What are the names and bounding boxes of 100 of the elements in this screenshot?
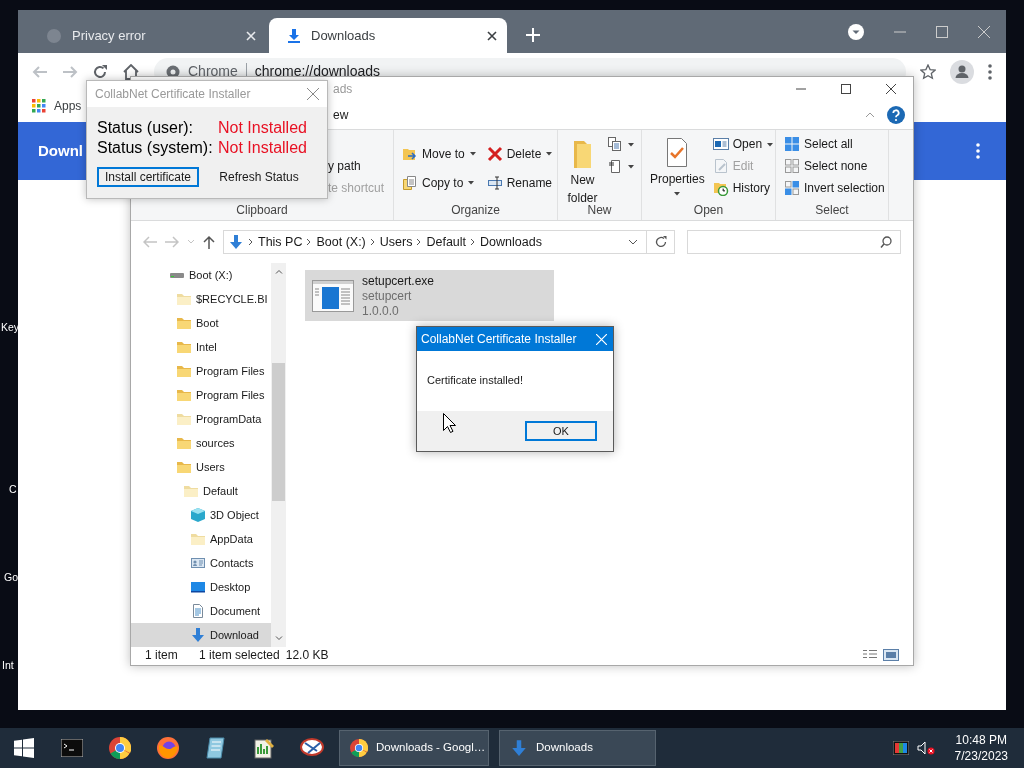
- ribbon-button[interactable]: Select none: [784, 155, 885, 177]
- ribbon-button[interactable]: y path: [328, 155, 385, 177]
- tree-item[interactable]: Program Files: [131, 359, 271, 383]
- help-icon[interactable]: [887, 106, 905, 124]
- tab-search-icon[interactable]: [848, 23, 864, 40]
- tree-item[interactable]: $RECYCLE.BI: [131, 287, 271, 311]
- ribbon-group-label: Open: [692, 202, 725, 219]
- breadcrumb[interactable]: Default: [426, 232, 467, 252]
- refresh-button[interactable]: [647, 230, 675, 254]
- speaker-muted-icon[interactable]: [916, 741, 935, 755]
- ribbon-button[interactable]: Properties: [650, 133, 705, 200]
- desktop-icon: [190, 579, 206, 595]
- ribbon-button[interactable]: Invert selection: [784, 177, 885, 199]
- breadcrumb[interactable]: Users: [379, 232, 413, 252]
- caret-icon: [673, 190, 682, 197]
- ribbon-button[interactable]: History: [712, 177, 775, 199]
- folder-icon: [190, 531, 206, 547]
- bookmark-link[interactable]: Apps: [32, 97, 82, 115]
- ribbon-tab[interactable]: ew: [333, 106, 349, 124]
- desktop-icon-label[interactable]: Int: [2, 660, 14, 671]
- desktop-icon-label[interactable]: C: [9, 484, 17, 495]
- chevron-icon: [369, 238, 376, 246]
- caret-icon: [545, 150, 554, 157]
- more-options-icon[interactable]: [976, 143, 980, 159]
- profile-avatar-icon[interactable]: [950, 59, 974, 84]
- ribbon-button[interactable]: Rename: [486, 168, 554, 197]
- dialog-title: CollabNet Certificate Installer: [421, 331, 577, 348]
- new-item-icon: [607, 136, 623, 152]
- folder-icon: [176, 315, 192, 331]
- page-title: Downl: [38, 140, 83, 161]
- taskbar-button[interactable]: Downloads - Googl…: [339, 730, 489, 766]
- folder-icon: [176, 387, 192, 403]
- fox-globe-icon[interactable]: [157, 737, 179, 759]
- tree-item[interactable]: Default: [131, 479, 271, 503]
- terminal-icon[interactable]: [61, 739, 83, 757]
- ribbon-button[interactable]: Open: [712, 133, 775, 155]
- ribbon-group-label: Clipboard: [235, 202, 289, 219]
- download-arrow-icon: [190, 627, 206, 643]
- cube-icon: [190, 507, 206, 523]
- tree-item[interactable]: 3D Object: [131, 503, 271, 527]
- tree-item[interactable]: Boot: [131, 311, 271, 335]
- dropdown-icon[interactable]: [628, 239, 638, 245]
- menu-icon[interactable]: [988, 63, 992, 80]
- tree-item[interactable]: Intel: [131, 335, 271, 359]
- dialog-button[interactable]: Refresh Status: [208, 167, 310, 187]
- close-icon[interactable]: [487, 30, 497, 41]
- taskbar-button[interactable]: Downloads: [499, 730, 656, 766]
- tree-item[interactable]: AppData: [131, 527, 271, 551]
- breadcrumb[interactable]: This PC: [258, 232, 303, 252]
- folder-icon: [183, 483, 199, 499]
- tree-item[interactable]: Document: [131, 599, 271, 623]
- ribbon-button[interactable]: New folder: [566, 133, 599, 200]
- ribbon-button[interactable]: Select all: [784, 133, 885, 155]
- display-color-icon[interactable]: [892, 741, 909, 755]
- details-view-icon[interactable]: [863, 648, 877, 661]
- search-icon: [880, 236, 892, 248]
- tree-item[interactable]: Users: [131, 455, 271, 479]
- browser-tab[interactable]: Downloads: [269, 18, 507, 53]
- breadcrumb[interactable]: Downloads: [480, 232, 542, 252]
- chart-notepad-icon[interactable]: [253, 737, 275, 759]
- breadcrumb[interactable]: Boot (X:): [316, 232, 366, 252]
- select-all-icon: [784, 136, 800, 152]
- ribbon-button[interactable]: Move to: [402, 139, 477, 168]
- chrome-icon[interactable]: [109, 737, 131, 759]
- large-icons-view-icon[interactable]: [883, 648, 899, 661]
- start-icon[interactable]: [14, 738, 34, 758]
- bookmark-star-icon[interactable]: [920, 63, 936, 80]
- tree-item[interactable]: Contacts: [131, 551, 271, 575]
- desktop-icon-label[interactable]: Key: [1, 322, 20, 333]
- search-field[interactable]: [687, 230, 901, 254]
- file-item[interactable]: setupcert.exe setupcert 1.0.0.0: [305, 270, 554, 321]
- address-field[interactable]: This PC Boot (X:) Users Default Downloads: [223, 230, 647, 254]
- tree-item[interactable]: Program Files: [131, 383, 271, 407]
- reload-button[interactable]: [92, 63, 108, 80]
- new-tab-icon[interactable]: [526, 28, 540, 42]
- ok-button[interactable]: OK: [525, 421, 597, 441]
- status-text: 1 item selected: [199, 646, 280, 664]
- ribbon-button[interactable]: Copy to: [402, 168, 477, 197]
- tree-item[interactable]: Boot (X:): [131, 263, 271, 287]
- chevron-icon: [248, 238, 254, 246]
- ribbon-group-label: Select: [814, 202, 850, 219]
- tool-icon[interactable]: [300, 737, 324, 759]
- maximize-icon[interactable]: [840, 84, 851, 94]
- ribbon-button[interactable]: Delete: [486, 139, 554, 168]
- file-name: setupcert.exe: [362, 274, 435, 289]
- desktop-icon-label[interactable]: Go: [4, 572, 18, 583]
- browser-tab[interactable]: Privacy error: [28, 18, 266, 53]
- tree-item[interactable]: ProgramData: [131, 407, 271, 431]
- dialog-button[interactable]: Install certificate: [97, 167, 199, 187]
- up-button[interactable]: [203, 235, 215, 249]
- notebook-icon[interactable]: [205, 737, 227, 759]
- close-icon[interactable]: [885, 84, 896, 94]
- tree-item[interactable]: sources: [131, 431, 271, 455]
- scrollbar-thumb[interactable]: [272, 363, 285, 501]
- mouse-pointer-icon: [443, 413, 456, 433]
- ribbon-group-label: New: [586, 202, 613, 219]
- collapse-ribbon-icon[interactable]: [865, 112, 875, 118]
- caret-icon: [766, 140, 775, 148]
- tree-item[interactable]: Download: [131, 623, 271, 647]
- tree-item[interactable]: Desktop: [131, 575, 271, 599]
